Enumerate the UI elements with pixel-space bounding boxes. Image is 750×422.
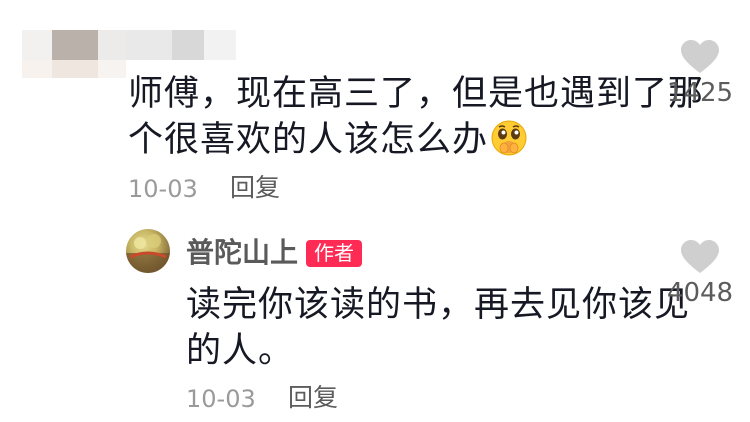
avatar-image <box>126 234 170 273</box>
reply-username[interactable]: 普陀山上 <box>186 236 298 270</box>
comment-reply-button[interactable]: 回复 <box>230 173 280 203</box>
reply-reply-button[interactable]: 回复 <box>288 383 338 413</box>
heart-icon <box>681 240 719 273</box>
avatar[interactable] <box>126 229 170 273</box>
comment-like-button[interactable]: 1425 <box>660 40 740 108</box>
comment-date: 10-03 <box>128 175 198 203</box>
reply-like-button[interactable]: 4048 <box>660 240 740 308</box>
comment-text-line2-wrap: 个很喜欢的人该怎么办 <box>128 118 528 169</box>
reply-like-count: 4048 <box>666 278 734 308</box>
author-badge: 作者 <box>306 240 362 267</box>
heart-icon <box>681 40 719 73</box>
comment-like-count: 1425 <box>666 78 734 108</box>
reply-text-line2: 的人。 <box>186 331 295 371</box>
reply-text-line1: 读完你该读的书，再去见你该见 <box>186 285 691 325</box>
comment-text-line1: 师傅，现在高三了，但是也遇到了那 <box>128 74 705 114</box>
pleading-face-emoji-icon <box>490 119 528 169</box>
comment-text-line2: 个很喜欢的人该怎么办 <box>128 120 489 160</box>
reply-date: 10-03 <box>186 385 256 413</box>
